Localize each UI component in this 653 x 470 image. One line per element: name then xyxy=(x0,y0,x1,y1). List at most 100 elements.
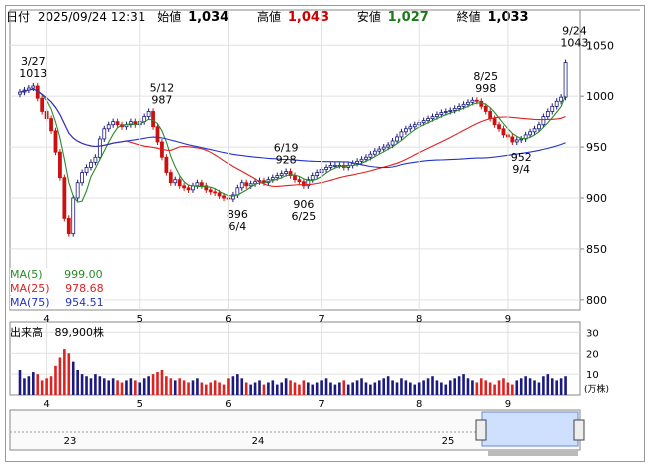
volume-bar xyxy=(262,384,266,395)
volume-bar xyxy=(417,382,421,395)
candle xyxy=(430,116,435,119)
volume-bar xyxy=(555,380,558,395)
candle xyxy=(395,136,399,142)
candle xyxy=(514,139,519,143)
candle xyxy=(244,182,249,187)
volume-bar xyxy=(94,374,97,395)
volume-bar xyxy=(479,378,483,395)
volume-bar xyxy=(129,378,133,395)
volume-bar xyxy=(342,380,346,395)
candle xyxy=(217,192,222,197)
candle xyxy=(146,111,151,117)
volume-bar xyxy=(315,382,319,395)
ma25-legend: MA(25) 978.68 xyxy=(10,282,104,295)
candle xyxy=(541,116,546,126)
candle xyxy=(213,191,218,194)
volume-bar xyxy=(191,380,195,395)
navigator-scrollbar xyxy=(488,450,578,456)
volume-bar xyxy=(98,376,102,395)
volume-bar xyxy=(564,376,567,395)
candle xyxy=(164,156,169,173)
volume-bar xyxy=(275,384,279,395)
price-chart: 105010009509008508003/2710135/129876/199… xyxy=(9,9,640,456)
volume-bar xyxy=(511,384,514,395)
month-label: 6 xyxy=(225,314,231,325)
candle xyxy=(93,156,98,163)
month-label: 6 xyxy=(225,399,231,410)
volume-bar xyxy=(475,382,479,395)
volume-bar xyxy=(200,382,204,395)
candle xyxy=(377,148,382,152)
volume-bar xyxy=(462,374,465,395)
price-axis-label: 1000 xyxy=(586,90,614,103)
navigator-right-handle[interactable] xyxy=(573,419,585,441)
volume-bar xyxy=(519,378,523,395)
candle xyxy=(222,195,226,199)
volume-bar xyxy=(360,378,363,395)
volume-bar xyxy=(289,380,292,395)
candle xyxy=(403,128,408,133)
month-label: 7 xyxy=(318,399,324,410)
candle xyxy=(155,126,160,143)
volume-unit: (万株) xyxy=(584,383,609,395)
volume-axis-label: 30 xyxy=(586,328,599,339)
candle xyxy=(115,121,120,126)
candle xyxy=(173,179,178,184)
candle xyxy=(71,197,76,235)
navigator-left-handle[interactable] xyxy=(475,419,487,441)
candle xyxy=(177,179,182,187)
volume-bar xyxy=(89,378,93,395)
candle xyxy=(315,172,320,177)
candle xyxy=(479,100,484,107)
annotation-date: 9/4 xyxy=(512,163,530,176)
candle xyxy=(333,165,337,167)
candle xyxy=(452,108,457,111)
volume-bar xyxy=(488,382,492,395)
candle xyxy=(89,161,93,168)
volume-bar xyxy=(484,380,488,395)
volume-bar xyxy=(280,382,283,395)
candle xyxy=(368,153,373,158)
volume-bar xyxy=(302,380,306,395)
volume-bar xyxy=(364,382,368,395)
volume-bar xyxy=(156,372,159,395)
candle xyxy=(279,173,284,176)
candle xyxy=(248,183,253,187)
volume-bar xyxy=(431,376,434,395)
volume-bar xyxy=(311,384,315,395)
volume-bar xyxy=(391,380,394,395)
volume-bar xyxy=(373,382,377,395)
candle xyxy=(563,62,568,98)
volume-bar xyxy=(67,353,71,395)
volume-bar xyxy=(63,349,66,395)
volume-bar xyxy=(116,380,119,395)
volume-label: 出来高 89,900株 xyxy=(10,326,104,339)
month-label: 9 xyxy=(505,399,511,410)
volume-bar xyxy=(293,382,297,395)
volume-bar xyxy=(27,376,31,395)
volume-bar xyxy=(32,372,35,395)
volume-bar xyxy=(453,378,456,395)
volume-bar xyxy=(85,376,88,395)
volume-bar xyxy=(377,380,381,395)
candle xyxy=(359,158,364,162)
volume-bar xyxy=(502,378,505,395)
volume-bar xyxy=(533,380,536,395)
volume-bar xyxy=(142,378,146,395)
candle xyxy=(182,185,187,189)
volume-bar xyxy=(435,380,439,395)
navigator-selection[interactable] xyxy=(481,411,579,447)
volume-bar xyxy=(404,380,408,395)
candle xyxy=(270,177,275,181)
volume-bar xyxy=(409,382,412,395)
candle xyxy=(208,189,213,193)
volume-bar xyxy=(244,382,248,395)
candle xyxy=(297,179,302,183)
annotation-price: 1043 xyxy=(560,36,588,49)
candle xyxy=(528,131,532,136)
candle xyxy=(554,100,559,107)
candle xyxy=(381,146,386,150)
candle xyxy=(49,118,53,132)
candle xyxy=(519,138,524,141)
volume-bar xyxy=(426,378,430,395)
